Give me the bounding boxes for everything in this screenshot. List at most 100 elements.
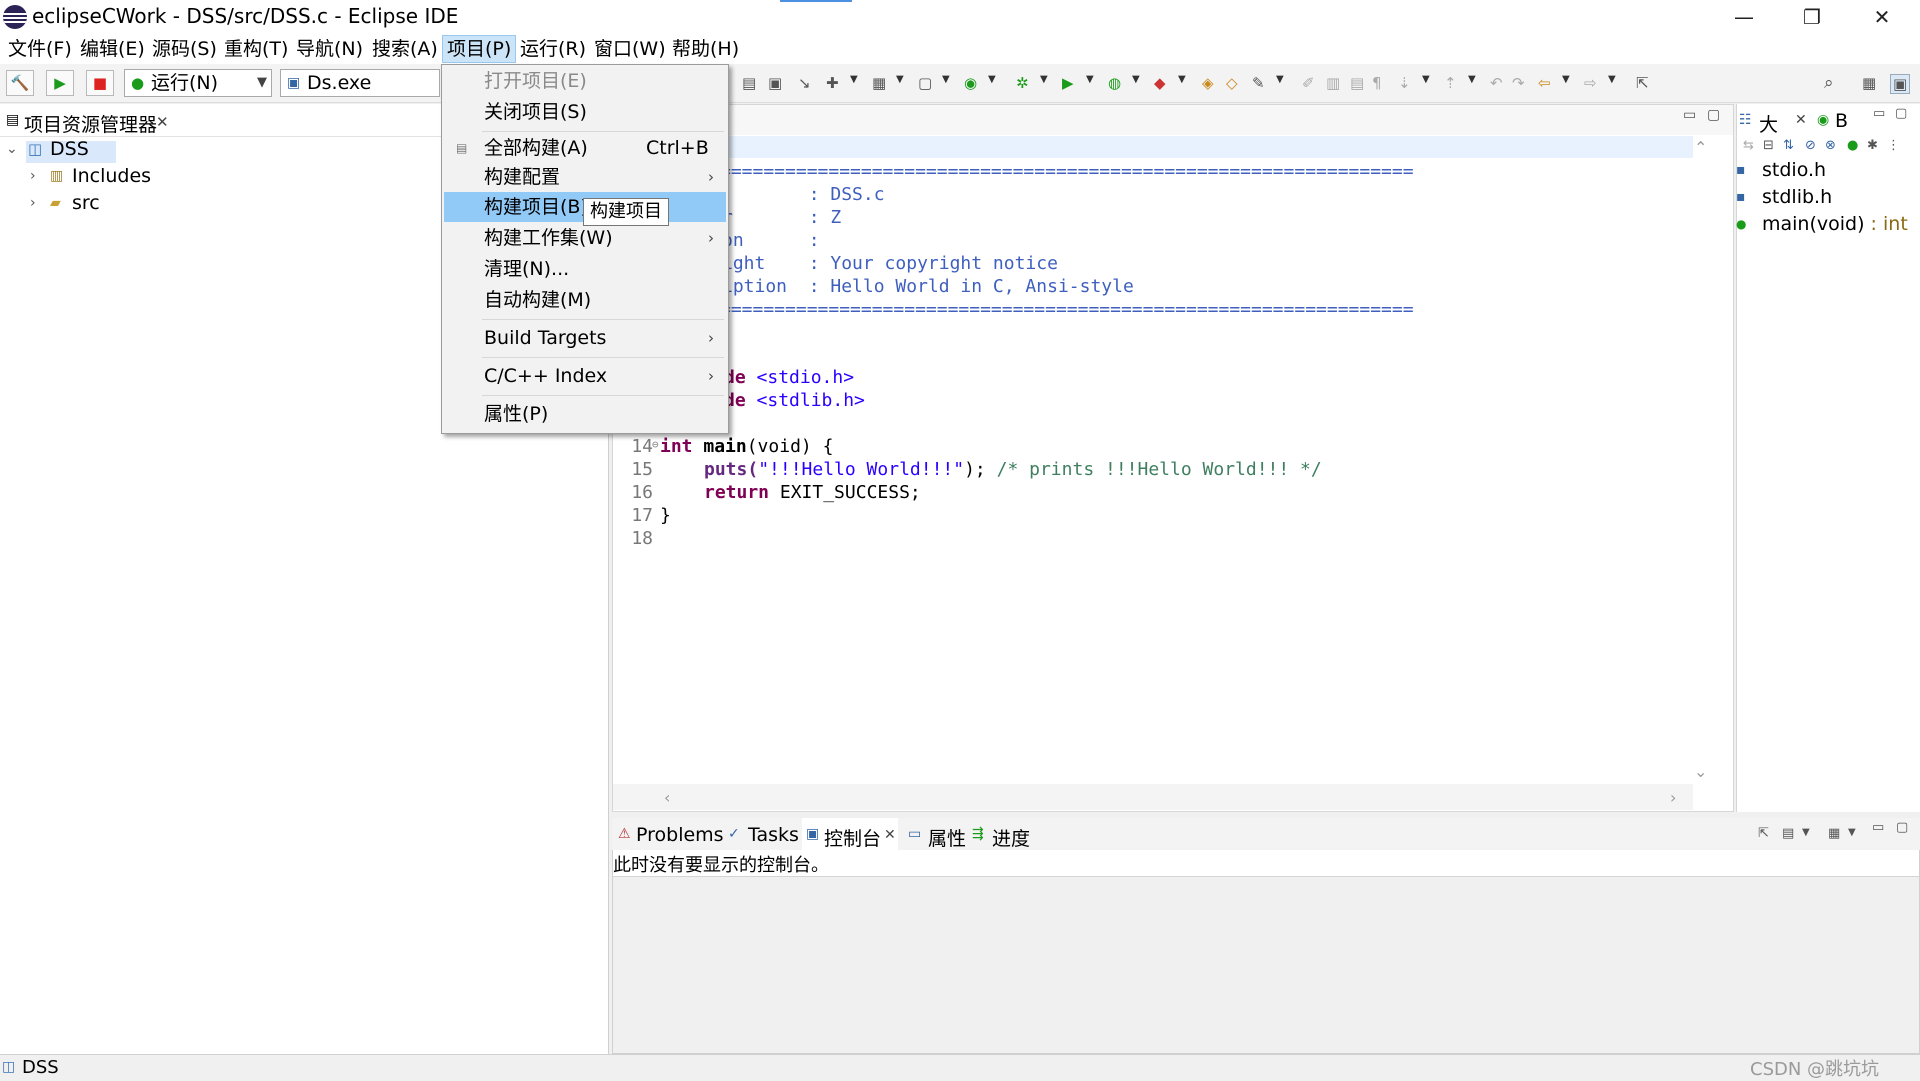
view-menu-icon[interactable]: ⋮ (1887, 138, 1900, 153)
tab-project-explorer[interactable]: 项目资源管理器 (24, 110, 157, 137)
hide-static-icon[interactable]: ⊗ (1825, 138, 1836, 153)
menu-help[interactable]: 帮助(H) (668, 36, 743, 62)
open-element-icon[interactable]: ◇ (1226, 74, 1238, 92)
chevron-down-icon[interactable]: ▼ (1276, 74, 1284, 85)
new-cproject-icon[interactable]: ✚ (826, 74, 839, 92)
menu-search[interactable]: 搜索(A) (368, 36, 442, 62)
terminal-icon[interactable]: ▣ (768, 74, 782, 92)
back-arrow-icon[interactable]: ⇦ (1538, 74, 1551, 92)
toggle-whitespace-icon[interactable]: ▤ (1350, 74, 1364, 92)
prev-annotation-icon[interactable]: ⇡ (1444, 74, 1457, 92)
chevron-right-icon[interactable]: › (30, 163, 36, 189)
menu-item-clean[interactable]: 清理(N)... (442, 254, 728, 284)
menu-edit[interactable]: 编辑(E) (76, 36, 149, 62)
chevron-down-icon[interactable]: ▼ (1608, 74, 1616, 85)
menu-navigate[interactable]: 导航(N) (292, 36, 367, 62)
chevron-down-icon[interactable]: ▼ (1422, 74, 1430, 85)
debug-bug-icon[interactable]: ✲ (1016, 74, 1029, 92)
stop-icon[interactable]: ■ (86, 70, 114, 96)
forward-arrow-icon[interactable]: ⇨ (1584, 74, 1597, 92)
restore-button[interactable]: ❐ (1782, 0, 1842, 34)
forward-edit-icon[interactable]: ↷ (1512, 74, 1525, 92)
new-file-icon[interactable]: ▢ (918, 74, 932, 92)
menu-item-close-project[interactable]: 关闭项目(S) (442, 97, 728, 127)
menu-source[interactable]: 源码(S) (148, 36, 221, 62)
fold-toggle-icon[interactable]: ⊖ (652, 435, 659, 458)
chevron-down-icon[interactable]: ▼ (1562, 74, 1570, 85)
minimize-button[interactable]: — (1714, 0, 1774, 34)
toggle-mark-icon[interactable]: ✐ (1302, 74, 1315, 92)
chevron-down-icon[interactable]: ▼ (1178, 74, 1186, 85)
close-tab-icon[interactable]: ✕ (156, 113, 169, 131)
tab-problems[interactable]: Problems (636, 824, 724, 846)
pin-editor-icon[interactable]: ⇱ (1636, 74, 1649, 92)
launch-target-select[interactable]: ▣ Ds.exe (280, 69, 440, 97)
maximize-icon[interactable]: ▢ (1707, 107, 1720, 123)
external-tools-icon[interactable]: ◆ (1154, 74, 1166, 92)
hide-macros-icon[interactable]: ✱ (1867, 138, 1878, 153)
last-edit-icon[interactable]: ↶ (1490, 74, 1503, 92)
scroll-left-icon[interactable]: ‹ (664, 788, 670, 807)
menu-item-build-all[interactable]: ▤ 全部构建(A) Ctrl+B (442, 133, 728, 163)
chevron-down-icon[interactable]: ▼ (850, 74, 858, 85)
chevron-down-icon[interactable]: ▼ (1132, 74, 1140, 85)
close-window-button[interactable]: ✕ (1852, 0, 1912, 34)
toggle-block-icon[interactable]: ▥ (1326, 74, 1340, 92)
chevron-down-icon[interactable]: ▼ (988, 74, 996, 85)
scroll-up-icon[interactable]: ⌃ (1694, 138, 1707, 157)
coverage-icon[interactable]: ◍ (1108, 74, 1121, 92)
scroll-right-icon[interactable]: › (1670, 788, 1676, 807)
menu-item-build-working-set[interactable]: 构建工作集(W) › (442, 223, 728, 253)
tab-console[interactable]: 控制台 (824, 824, 881, 851)
menu-item-properties[interactable]: 属性(P) (442, 399, 728, 429)
outline-item-stdio[interactable]: ▪ stdio.h (1762, 157, 1826, 183)
tab-progress[interactable]: 进度 (992, 824, 1030, 851)
outline-item-stdlib[interactable]: ▪ stdlib.h (1762, 184, 1832, 210)
open-perspective-icon[interactable]: ▦ (1862, 74, 1876, 92)
scroll-down-icon[interactable]: ⌄ (1694, 762, 1707, 781)
display-console-icon[interactable]: ▤ (1782, 826, 1794, 841)
chevron-down-icon[interactable]: ▼ (1086, 74, 1094, 85)
pin-console-icon[interactable]: ⇱ (1758, 826, 1769, 841)
menu-item-build-targets[interactable]: Build Targets › (442, 323, 728, 353)
chevron-down-icon[interactable]: ▼ (1802, 827, 1810, 838)
search-tool-icon[interactable]: ✎ (1252, 74, 1265, 92)
tab-properties[interactable]: 属性 (928, 824, 966, 851)
chevron-down-icon[interactable]: ▼ (942, 74, 950, 85)
pilcrow-icon[interactable]: ¶ (1372, 74, 1382, 92)
c-perspective-icon[interactable]: ▣ (1890, 74, 1910, 94)
maximize-icon[interactable]: ▢ (1895, 106, 1907, 121)
menu-refactor[interactable]: 重构(T) (220, 36, 292, 62)
link-editor-icon[interactable]: ⇆ (1743, 138, 1754, 153)
chevron-right-icon[interactable]: › (30, 190, 36, 216)
menu-item-build-config[interactable]: 构建配置 › (442, 162, 728, 192)
chevron-down-icon[interactable]: ⌄ (6, 136, 18, 162)
menu-item-cpp-index[interactable]: C/C++ Index › (442, 361, 728, 391)
chevron-down-icon[interactable]: ▼ (1468, 74, 1476, 85)
chevron-down-icon[interactable]: ▼ (896, 74, 904, 85)
binary-icon[interactable]: ▤ (742, 74, 756, 92)
collapse-all-icon[interactable]: ⊟ (1763, 138, 1774, 153)
close-tab-icon[interactable]: ✕ (1795, 112, 1807, 128)
next-annotation-icon[interactable]: ⇣ (1398, 74, 1411, 92)
tab-build-targets[interactable]: B (1835, 110, 1848, 132)
minimize-icon[interactable]: ▭ (1683, 107, 1696, 123)
maximize-icon[interactable]: ▢ (1896, 820, 1908, 835)
hammer-build-icon[interactable]: 🔨 (6, 70, 34, 96)
new-folder-icon[interactable]: ▦ (872, 74, 886, 92)
menu-window[interactable]: 窗口(W) (590, 36, 670, 62)
launch-run-icon[interactable]: ▶ (46, 70, 74, 96)
hide-fields-icon[interactable]: ⊘ (1805, 138, 1816, 153)
minimize-icon[interactable]: ▭ (1873, 106, 1885, 121)
tab-outline[interactable]: 大 (1759, 110, 1778, 137)
menu-project[interactable]: 项目(P) (442, 35, 516, 63)
horizontal-scrollbar[interactable] (613, 784, 1693, 810)
open-type-icon[interactable]: ◈ (1202, 74, 1214, 92)
debug-step-icon[interactable]: ↘ (798, 74, 811, 92)
menu-file[interactable]: 文件(F) (4, 36, 76, 62)
chevron-down-icon[interactable]: ▼ (1848, 827, 1856, 838)
outline-item-main[interactable]: ● main(void) : int (1762, 211, 1908, 237)
close-tab-icon[interactable]: ✕ (884, 827, 896, 843)
menu-run[interactable]: 运行(R) (516, 36, 590, 62)
new-class-icon[interactable]: ◉ (964, 74, 977, 92)
